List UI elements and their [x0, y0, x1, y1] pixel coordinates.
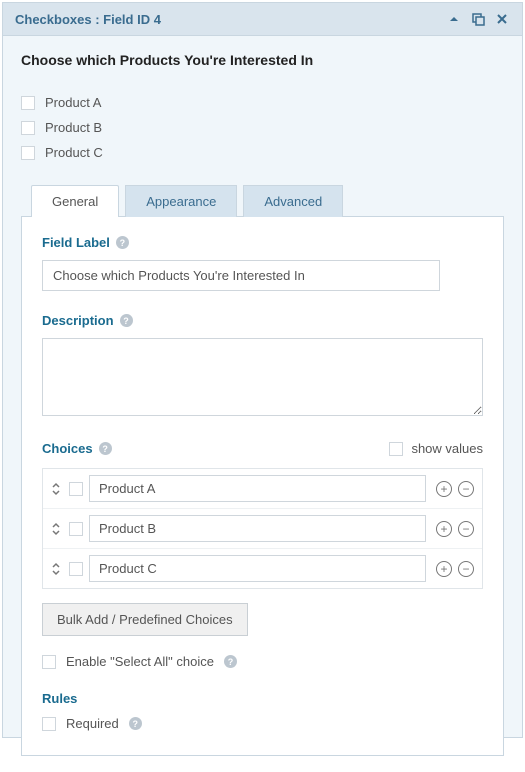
preview-title: Choose which Products You're Interested … — [21, 52, 504, 68]
checkbox-icon[interactable] — [21, 146, 35, 160]
drag-handle-icon[interactable] — [51, 482, 63, 496]
add-choice-icon[interactable]: + — [436, 481, 452, 497]
preview-option-label: Product C — [45, 145, 103, 160]
select-all-toggle[interactable]: Enable "Select All" choice ? — [42, 654, 483, 669]
panel-body: Choose which Products You're Interested … — [3, 36, 522, 772]
choice-default-checkbox[interactable] — [69, 482, 83, 496]
field-panel: Checkboxes : Field ID 4 Choose which Pro… — [2, 2, 523, 738]
choices-label-text: Choices — [42, 441, 93, 456]
help-icon[interactable]: ? — [116, 236, 129, 249]
add-choice-icon[interactable]: + — [436, 521, 452, 537]
add-choice-icon[interactable]: + — [436, 561, 452, 577]
description-label-text: Description — [42, 313, 114, 328]
drag-handle-icon[interactable] — [51, 522, 63, 536]
show-values-toggle[interactable]: show values — [389, 441, 483, 456]
field-label-heading: Field Label ? — [42, 235, 483, 250]
bulk-add-button[interactable]: Bulk Add / Predefined Choices — [42, 603, 248, 636]
field-label-text: Field Label — [42, 235, 110, 250]
tab-advanced[interactable]: Advanced — [243, 185, 343, 217]
help-icon[interactable]: ? — [99, 442, 112, 455]
choices-header: Choices ? show values — [42, 441, 483, 456]
preview-checkbox-list: Product A Product B Product C — [21, 90, 504, 165]
tab-content-general: Field Label ? Description ? Choices ? — [21, 216, 504, 756]
field-label-input[interactable] — [42, 260, 440, 291]
preview-option-label: Product B — [45, 120, 102, 135]
tabs: General Appearance Advanced — [21, 185, 504, 217]
choice-input[interactable] — [89, 475, 426, 502]
choice-row: + − — [43, 548, 482, 588]
show-values-label: show values — [411, 441, 483, 456]
choice-default-checkbox[interactable] — [69, 562, 83, 576]
collapse-icon[interactable] — [446, 11, 462, 27]
field-label-section: Field Label ? — [42, 235, 483, 291]
description-heading: Description ? — [42, 313, 483, 328]
rules-label-text: Rules — [42, 691, 77, 706]
checkbox-icon[interactable] — [21, 96, 35, 110]
choices-table: + − + − — [42, 468, 483, 589]
drag-handle-icon[interactable] — [51, 562, 63, 576]
remove-choice-icon[interactable]: − — [458, 481, 474, 497]
checkbox-icon[interactable] — [21, 121, 35, 135]
panel-header: Checkboxes : Field ID 4 — [3, 3, 522, 36]
remove-choice-icon[interactable]: − — [458, 561, 474, 577]
help-icon[interactable]: ? — [120, 314, 133, 327]
remove-choice-icon[interactable]: − — [458, 521, 474, 537]
required-label: Required — [66, 716, 119, 731]
panel-actions — [446, 11, 510, 27]
close-icon[interactable] — [494, 11, 510, 27]
select-all-label: Enable "Select All" choice — [66, 654, 214, 669]
choice-row-actions: + − — [436, 481, 474, 497]
checkbox-icon — [42, 655, 56, 669]
choice-input[interactable] — [89, 555, 426, 582]
description-section: Description ? — [42, 313, 483, 419]
choice-default-checkbox[interactable] — [69, 522, 83, 536]
checkbox-icon — [42, 717, 56, 731]
preview-option-label: Product A — [45, 95, 101, 110]
help-icon[interactable]: ? — [224, 655, 237, 668]
required-toggle[interactable]: Required ? — [42, 716, 483, 731]
choice-row-actions: + − — [436, 561, 474, 577]
panel-title: Checkboxes : Field ID 4 — [15, 12, 161, 27]
tab-appearance[interactable]: Appearance — [125, 185, 237, 217]
checkbox-icon — [389, 442, 403, 456]
preview-option: Product A — [21, 90, 504, 115]
tab-general[interactable]: General — [31, 185, 119, 217]
description-input[interactable] — [42, 338, 483, 416]
choice-row-actions: + − — [436, 521, 474, 537]
rules-section: Rules Required ? — [42, 691, 483, 731]
choice-row: + − — [43, 508, 482, 548]
preview-option: Product C — [21, 140, 504, 165]
choice-row: + − — [43, 469, 482, 508]
choices-heading: Choices ? — [42, 441, 112, 456]
rules-heading: Rules — [42, 691, 483, 706]
duplicate-icon[interactable] — [470, 11, 486, 27]
choice-input[interactable] — [89, 515, 426, 542]
help-icon[interactable]: ? — [129, 717, 142, 730]
preview-option: Product B — [21, 115, 504, 140]
choices-section: Choices ? show values — [42, 441, 483, 669]
